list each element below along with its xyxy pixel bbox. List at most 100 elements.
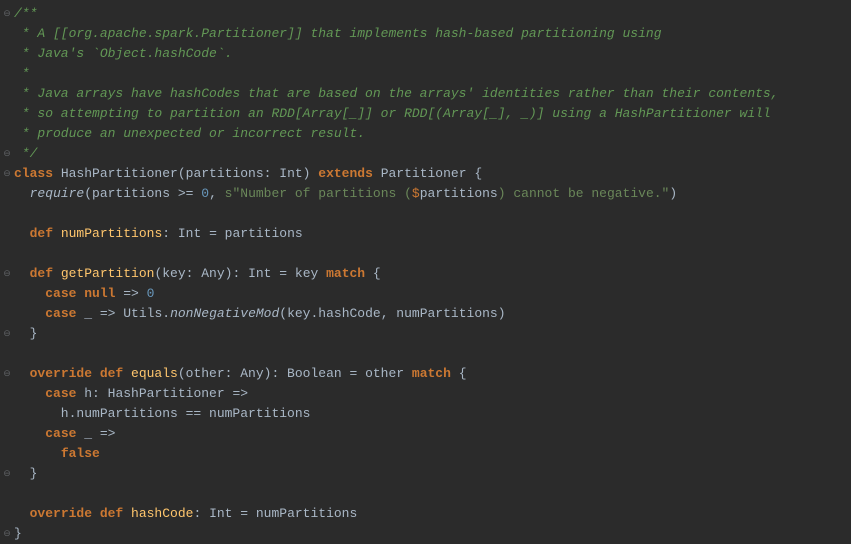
code-line[interactable] (0, 484, 851, 504)
token-keyword: def (30, 266, 61, 281)
code-content[interactable]: require(partitions >= 0, s"Number of par… (14, 184, 851, 204)
code-line[interactable]: * Java's `Object.hashCode`. (0, 44, 851, 64)
token-punct: (partitions >= (84, 186, 201, 201)
token-keyword: case null (45, 286, 123, 301)
token-punct: ) (303, 166, 319, 181)
code-line[interactable]: ⊖class HashPartitioner(partitions: Int) … (0, 164, 851, 184)
code-content[interactable]: case _ => (14, 424, 851, 444)
token-text (14, 506, 30, 521)
fold-open-icon[interactable]: ⊖ (3, 370, 11, 379)
code-line[interactable]: ⊖ */ (0, 144, 851, 164)
gutter[interactable]: ⊖ (0, 330, 14, 339)
code-content[interactable]: override def hashCode: Int = numPartitio… (14, 504, 851, 524)
token-text (14, 186, 30, 201)
code-content[interactable]: } (14, 524, 851, 544)
token-keyword: match (326, 266, 373, 281)
token-doc-comment: */ (14, 146, 37, 161)
code-content[interactable]: case _ => Utils.nonNegativeMod(key.hashC… (14, 304, 851, 324)
code-line[interactable]: case _ => Utils.nonNegativeMod(key.hashC… (0, 304, 851, 324)
code-content[interactable]: * produce an unexpected or incorrect res… (14, 124, 851, 144)
token-punct: { (459, 366, 467, 381)
token-keyword: case (45, 386, 84, 401)
code-content[interactable]: class HashPartitioner(partitions: Int) e… (14, 164, 851, 184)
code-line[interactable]: * produce an unexpected or incorrect res… (0, 124, 851, 144)
code-line[interactable]: ⊖/** (0, 4, 851, 24)
code-line[interactable] (0, 344, 851, 364)
code-content[interactable]: /** (14, 4, 851, 24)
token-text: h.numPartitions == numPartitions (14, 406, 310, 421)
fold-close-icon[interactable]: ⊖ (3, 330, 11, 339)
code-line[interactable] (0, 204, 851, 224)
token-punct: _ => (84, 426, 115, 441)
token-punct: : (162, 226, 178, 241)
fold-close-icon[interactable]: ⊖ (3, 530, 11, 539)
token-string-var: partitions (420, 186, 498, 201)
token-punct: : (193, 506, 209, 521)
code-content[interactable]: * so attempting to partition an RDD[Arra… (14, 104, 851, 124)
code-content[interactable]: def getPartition(key: Any): Int = key ma… (14, 264, 851, 284)
token-text (14, 446, 61, 461)
code-content[interactable]: override def equals(other: Any): Boolean… (14, 364, 851, 384)
code-content[interactable]: } (14, 464, 851, 484)
code-line[interactable]: ⊖ def getPartition(key: Any): Int = key … (0, 264, 851, 284)
token-doc-comment: /** (14, 6, 37, 21)
token-doc-comment: * so attempting to partition an RDD[Arra… (14, 106, 771, 121)
code-editor[interactable]: ⊖/** * A [[org.apache.spark.Partitioner]… (0, 4, 851, 544)
code-line[interactable]: * Java arrays have hashCodes that are ba… (0, 84, 851, 104)
fold-close-icon[interactable]: ⊖ (3, 470, 11, 479)
code-line[interactable]: ⊖ } (0, 324, 851, 344)
code-line[interactable]: case _ => (0, 424, 851, 444)
code-line[interactable]: * so attempting to partition an RDD[Arra… (0, 104, 851, 124)
code-line[interactable]: override def hashCode: Int = numPartitio… (0, 504, 851, 524)
code-line[interactable]: case h: HashPartitioner => (0, 384, 851, 404)
code-line[interactable]: def numPartitions: Int = partitions (0, 224, 851, 244)
token-method-def: getPartition (61, 266, 155, 281)
token-string: ) cannot be negative." (498, 186, 670, 201)
code-line[interactable]: ⊖ } (0, 464, 851, 484)
fold-open-icon[interactable]: ⊖ (3, 10, 11, 19)
code-line[interactable] (0, 244, 851, 264)
token-static-call: nonNegativeMod (170, 306, 279, 321)
gutter[interactable]: ⊖ (0, 530, 14, 539)
code-line[interactable]: case null => 0 (0, 284, 851, 304)
gutter[interactable]: ⊖ (0, 270, 14, 279)
gutter[interactable]: ⊖ (0, 10, 14, 19)
token-punct: (partitions: (178, 166, 279, 181)
fold-open-icon[interactable]: ⊖ (3, 170, 11, 179)
code-line[interactable]: ⊖ override def equals(other: Any): Boole… (0, 364, 851, 384)
fold-close-icon[interactable]: ⊖ (3, 150, 11, 159)
code-content[interactable]: h.numPartitions == numPartitions (14, 404, 851, 424)
code-line[interactable]: * A [[org.apache.spark.Partitioner]] tha… (0, 24, 851, 44)
code-line[interactable]: * (0, 64, 851, 84)
code-content[interactable]: */ (14, 144, 851, 164)
token-text (14, 386, 45, 401)
token-text (14, 286, 45, 301)
token-keyword: extends (318, 166, 380, 181)
code-content[interactable]: case h: HashPartitioner => (14, 384, 851, 404)
gutter[interactable]: ⊖ (0, 150, 14, 159)
code-line[interactable]: h.numPartitions == numPartitions (0, 404, 851, 424)
code-line[interactable]: false (0, 444, 851, 464)
token-doc-comment: * Java's `Object.hashCode`. (14, 46, 232, 61)
code-content[interactable]: * Java's `Object.hashCode`. (14, 44, 851, 64)
token-type: Int (279, 166, 302, 181)
token-text (14, 326, 30, 341)
code-line[interactable]: require(partitions >= 0, s"Number of par… (0, 184, 851, 204)
token-string: s"Number of partitions ( (225, 186, 412, 201)
token-keyword: match (412, 366, 459, 381)
code-content[interactable]: } (14, 324, 851, 344)
code-content[interactable]: case null => 0 (14, 284, 851, 304)
code-content[interactable]: * Java arrays have hashCodes that are ba… (14, 84, 851, 104)
code-line[interactable]: ⊖} (0, 524, 851, 544)
code-content[interactable]: false (14, 444, 851, 464)
fold-open-icon[interactable]: ⊖ (3, 270, 11, 279)
gutter[interactable]: ⊖ (0, 470, 14, 479)
gutter[interactable]: ⊖ (0, 170, 14, 179)
code-content[interactable]: * A [[org.apache.spark.Partitioner]] tha… (14, 24, 851, 44)
code-content[interactable]: def numPartitions: Int = partitions (14, 224, 851, 244)
gutter[interactable]: ⊖ (0, 370, 14, 379)
token-text (14, 426, 45, 441)
token-method-def: hashCode (131, 506, 193, 521)
code-content[interactable]: * (14, 64, 851, 84)
token-number: 0 (147, 286, 155, 301)
